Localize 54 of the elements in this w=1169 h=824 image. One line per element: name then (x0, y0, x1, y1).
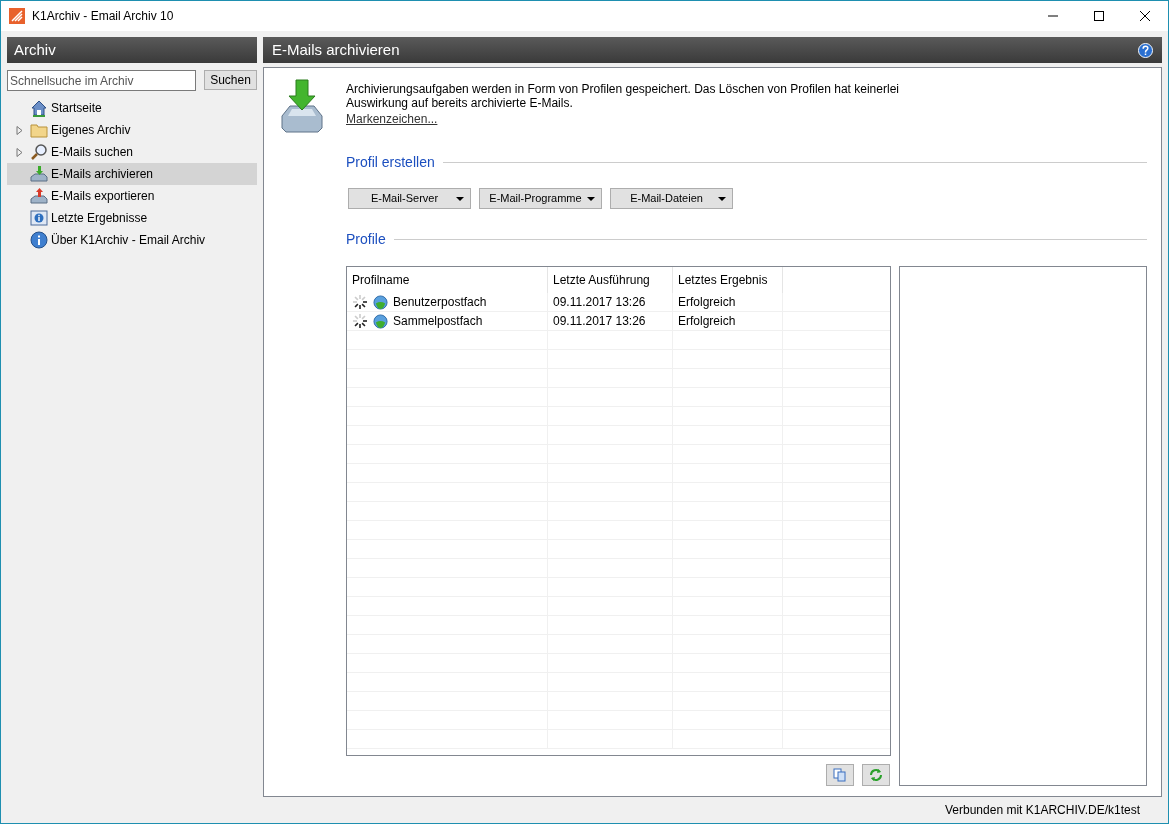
house-icon (30, 99, 48, 117)
search-field[interactable]: Schnellsuche im Archiv (7, 70, 196, 91)
expander-icon[interactable] (16, 125, 24, 135)
magnifier-icon (30, 143, 48, 161)
caret-icon (456, 196, 464, 201)
spinner-icon (352, 313, 368, 329)
dropdown-button[interactable]: E-Mail-Dateien (610, 188, 733, 209)
app-logo-icon (9, 8, 25, 24)
close-icon (1140, 11, 1150, 21)
caret-icon (718, 196, 726, 201)
column-header[interactable]: Profilname (347, 267, 548, 293)
maximize-icon (1094, 11, 1104, 21)
table-cell-text: 09.11.2017 13:26 (553, 313, 646, 330)
sidebar-item[interactable]: E-Mails archivieren (7, 163, 257, 185)
sidebar-item[interactable]: Startseite (7, 97, 257, 119)
globe-icon (373, 294, 388, 310)
sidebar-item[interactable]: Letzte Ergebnisse (7, 207, 257, 229)
sidebar-item[interactable]: Über K1Archiv - Email Archiv (7, 229, 257, 251)
inbox-download-icon (278, 78, 326, 134)
window-title: K1Archiv - Email Archiv 10 (32, 8, 174, 25)
expander-icon[interactable] (16, 147, 24, 157)
folder-icon (30, 121, 48, 139)
table-cell-text: 09.11.2017 13:26 (553, 294, 646, 311)
column-header[interactable]: Letzte Ausführung (548, 267, 673, 293)
refresh-button[interactable] (862, 764, 890, 786)
table-cell-text: Benutzerpostfach (393, 294, 487, 311)
sidebar-item[interactable]: E-Mails exportieren (7, 185, 257, 207)
help-icon[interactable] (1138, 42, 1153, 58)
info-icon (30, 231, 48, 249)
trademark-link[interactable]: Markenzeichen... (346, 112, 438, 126)
copy-icon (833, 768, 847, 782)
panel-title: E-Mails archivieren (272, 39, 400, 60)
status-text: Verbunden mit K1ARCHIV.DE/k1test (945, 802, 1140, 819)
table-cell-text: Erfolgreich (678, 313, 736, 330)
caret-icon (587, 196, 595, 201)
inbox-download-icon (30, 165, 48, 183)
refresh-icon (869, 768, 883, 782)
section-title: Profile (346, 230, 386, 249)
spinner-icon (352, 294, 368, 310)
inbox-upload-icon (30, 187, 48, 205)
dropdown-button[interactable]: E-Mail-Server (348, 188, 471, 209)
table-cell-text: Erfolgreich (678, 294, 736, 311)
description-text: Archivierungsaufgaben werden in Form von Profilen gespeichert. Das Löschen von Profilen hat keinerlei Auswirkung auf bereits archivierte E-Mails. (346, 82, 900, 110)
sidebar-item[interactable]: E-Mails suchen (7, 141, 257, 163)
section-title: Profil erstellen (346, 153, 435, 172)
table-cell-text: Sammelpostfach (393, 313, 483, 330)
sidebar-item[interactable]: Eigenes Archiv (7, 119, 257, 141)
copy-button[interactable] (826, 764, 854, 786)
search-button[interactable]: Suchen (204, 70, 257, 90)
sidebar-header: Archiv (7, 37, 257, 63)
column-header[interactable]: Letztes Ergebnis (673, 267, 783, 293)
info-window-icon (30, 209, 48, 227)
globe-icon (373, 313, 388, 329)
dropdown-button[interactable]: E-Mail-Programme (479, 188, 602, 209)
